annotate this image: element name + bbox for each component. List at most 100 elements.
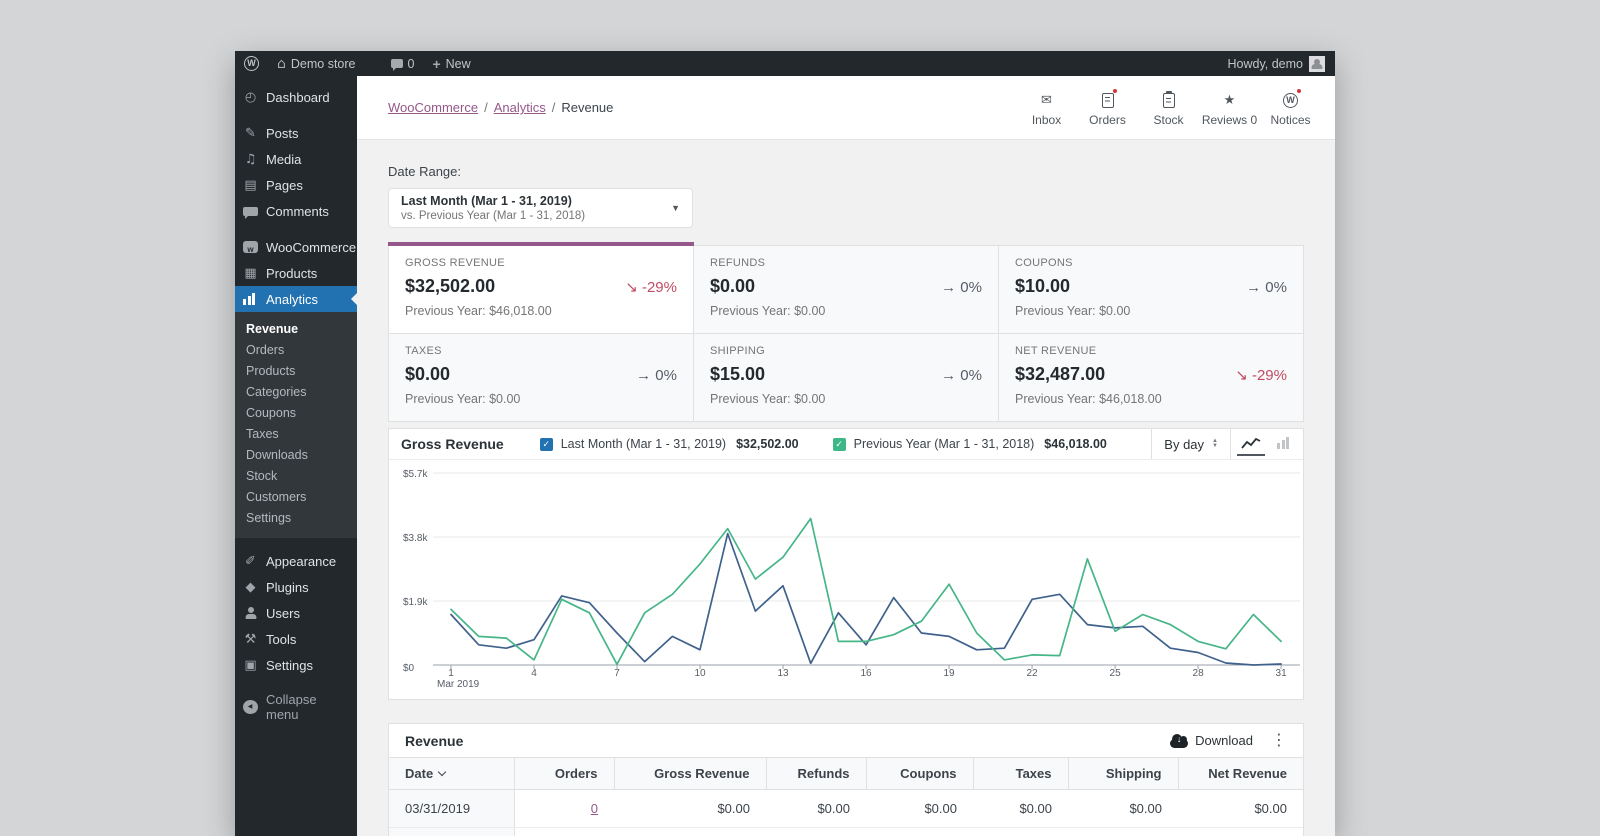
new-content-menu[interactable]: + New — [423, 51, 479, 76]
comment-bubble-icon — [391, 59, 403, 68]
users-icon — [243, 607, 258, 619]
submenu-item-stock[interactable]: Stock — [235, 466, 357, 487]
sidebar-item-label: Posts — [266, 126, 299, 141]
sidebar-item-media[interactable]: ♫Media — [235, 146, 357, 172]
submenu-item-customers[interactable]: Customers — [235, 487, 357, 508]
sidebar-item-settings[interactable]: ▣Settings — [235, 652, 357, 678]
submenu-item-settings[interactable]: Settings — [235, 508, 357, 529]
submenu-item-orders[interactable]: Orders — [235, 340, 357, 361]
user-avatar[interactable] — [1309, 56, 1325, 72]
bar-chart-button[interactable] — [1269, 432, 1297, 456]
sidebar-item-appearance[interactable]: ✐Appearance — [235, 548, 357, 574]
admin-menu: ◴Dashboard ✎Posts♫Media▤PagesComments wWoo… — [235, 84, 357, 678]
sidebar-item-products[interactable]: ▦Products — [235, 260, 357, 286]
summary-card-value-row: $0.00→ 0% — [710, 276, 982, 297]
cell-value: $0.00 — [766, 790, 866, 828]
sidebar-item-label: Plugins — [266, 580, 309, 595]
sidebar-item-label: Media — [266, 152, 301, 167]
summary-card-previous: Previous Year: $0.00 — [710, 304, 982, 318]
breadcrumb-woocommerce[interactable]: WooCommerce — [388, 100, 478, 115]
summary-card-value-row: $15.00→ 0% — [710, 364, 982, 385]
chart-title: Gross Revenue — [389, 429, 516, 459]
summary-card-label: COUPONS — [1015, 257, 1287, 269]
line-chart-button[interactable] — [1237, 432, 1265, 456]
activity-tab-reviews-0[interactable]: ★Reviews 0 — [1199, 88, 1260, 127]
wp-logo-menu[interactable]: W — [235, 51, 268, 76]
sidebar-item-analytics[interactable]: Analytics — [235, 286, 357, 312]
breadcrumb: WooCommerce/Analytics/Revenue — [388, 100, 613, 115]
column-header-date[interactable]: Date — [389, 758, 514, 790]
svg-text:16: 16 — [860, 668, 872, 679]
wp-admin-sidebar: ◴Dashboard ✎Posts♫Media▤PagesComments wWoo… — [235, 76, 357, 836]
interval-select[interactable]: By day ▲▼ — [1151, 429, 1230, 459]
wordpress-logo-icon: W — [244, 56, 259, 71]
activity-tab-notices[interactable]: WNotices — [1260, 88, 1321, 127]
summary-card-gross-revenue[interactable]: GROSS REVENUE$32,502.00↘ -29%Previous Ye… — [389, 246, 693, 333]
activity-tab-orders[interactable]: Orders — [1077, 88, 1138, 127]
collapse-icon: ◀ — [243, 700, 258, 714]
submenu-item-revenue[interactable]: Revenue — [235, 319, 357, 340]
date-sort-control[interactable]: Date — [405, 766, 498, 781]
chart-panel: Gross Revenue ✓Last Month (Mar 1 - 31, 2… — [388, 428, 1304, 700]
legend-checkbox: ✓ — [833, 438, 846, 451]
collapse-menu-button[interactable]: ◀ Collapse menu — [235, 694, 357, 720]
collapse-label: Collapse menu — [266, 692, 349, 722]
table-menu-kebab-icon[interactable]: ⋮ — [1271, 733, 1287, 749]
page-body: Date Range: Last Month (Mar 1 - 31, 2019… — [357, 140, 1335, 836]
submenu-item-coupons[interactable]: Coupons — [235, 403, 357, 424]
submenu-item-taxes[interactable]: Taxes — [235, 424, 357, 445]
submenu-item-products[interactable]: Products — [235, 361, 357, 382]
summary-card-label: GROSS REVENUE — [405, 257, 677, 269]
sidebar-item-tools[interactable]: ⚒Tools — [235, 626, 357, 652]
settings-icon: ▣ — [243, 659, 258, 672]
date-range-select[interactable]: Last Month (Mar 1 - 31, 2019) vs. Previo… — [388, 188, 693, 228]
dashboard-icon: ◴ — [243, 91, 258, 104]
breadcrumb-analytics[interactable]: Analytics — [494, 100, 546, 115]
stock-icon — [1163, 93, 1175, 108]
activity-icon-wrap: W — [1283, 91, 1298, 109]
submenu-item-categories[interactable]: Categories — [235, 382, 357, 403]
legend-item-1[interactable]: ✓Previous Year (Mar 1 - 31, 2018)$46,018… — [833, 437, 1107, 451]
summary-card-coupons[interactable]: COUPONS$10.00→ 0%Previous Year: $0.00 — [999, 246, 1303, 333]
inbox-icon: ✉ — [1041, 94, 1052, 107]
chart-header: Gross Revenue ✓Last Month (Mar 1 - 31, 2… — [389, 429, 1303, 460]
activity-tab-inbox[interactable]: ✉Inbox — [1016, 88, 1077, 127]
tools-icon: ⚒ — [243, 633, 258, 646]
cell-value: $0.00 — [1178, 828, 1303, 836]
orders-count-link[interactable]: 0 — [591, 801, 598, 816]
sidebar-item-pages[interactable]: ▤Pages — [235, 172, 357, 198]
line-chart-icon — [1241, 437, 1261, 450]
sidebar-item-woocommerce[interactable]: wWooCommerce — [235, 234, 357, 260]
summary-card-taxes[interactable]: TAXES$0.00→ 0%Previous Year: $0.00 — [389, 334, 693, 421]
table-body: 03/31/20190$0.00$0.00$0.00$0.00$0.00$0.0… — [389, 790, 1303, 836]
activity-tab-stock[interactable]: Stock — [1138, 88, 1199, 127]
sidebar-item-plugins[interactable]: ◆Plugins — [235, 574, 357, 600]
sidebar-item-users[interactable]: Users — [235, 600, 357, 626]
wc-admin-header: WooCommerce/Analytics/Revenue ✉InboxOrde… — [357, 76, 1335, 140]
howdy-account-link[interactable]: Howdy, demo — [1228, 57, 1304, 71]
comments-shortcut[interactable]: 0 — [382, 51, 424, 76]
breadcrumb-revenue: Revenue — [561, 100, 613, 115]
sidebar-item-posts[interactable]: ✎Posts — [235, 120, 357, 146]
revenue-line-chart: $0$1.9k$3.8k$5.7k1Mar 201947101316192225… — [389, 460, 1302, 694]
comments-count: 0 — [408, 57, 415, 71]
column-header-taxes: Taxes — [973, 758, 1068, 790]
column-header-gross-revenue: Gross Revenue — [614, 758, 766, 790]
summary-card-net-revenue[interactable]: NET REVENUE$32,487.00↘ -29%Previous Year… — [999, 334, 1303, 421]
sidebar-item-comments[interactable]: Comments — [235, 198, 357, 224]
browser-viewport: W ⌂ Demo store 0 + New Howdy, demo ◴Dash… — [235, 51, 1335, 836]
summary-card-refunds[interactable]: REFUNDS$0.00→ 0%Previous Year: $0.00 — [694, 246, 998, 333]
breadcrumb-separator: / — [484, 100, 488, 115]
submenu-item-downloads[interactable]: Downloads — [235, 445, 357, 466]
legend-item-0[interactable]: ✓Last Month (Mar 1 - 31, 2019)$32,502.00 — [540, 437, 799, 451]
site-name-link[interactable]: ⌂ Demo store — [268, 51, 365, 76]
column-header-coupons: Coupons — [866, 758, 973, 790]
table-header-row: DateOrdersGross RevenueRefundsCouponsTax… — [389, 758, 1303, 790]
svg-text:19: 19 — [943, 668, 955, 679]
summary-card-shipping[interactable]: SHIPPING$15.00→ 0%Previous Year: $0.00 — [694, 334, 998, 421]
new-label: New — [446, 57, 471, 71]
sidebar-item-dashboard[interactable]: ◴Dashboard — [235, 84, 357, 110]
svg-text:Mar 2019: Mar 2019 — [437, 679, 480, 690]
download-button[interactable]: ↓ Download — [1170, 733, 1253, 748]
svg-text:$3.8k: $3.8k — [403, 533, 428, 544]
